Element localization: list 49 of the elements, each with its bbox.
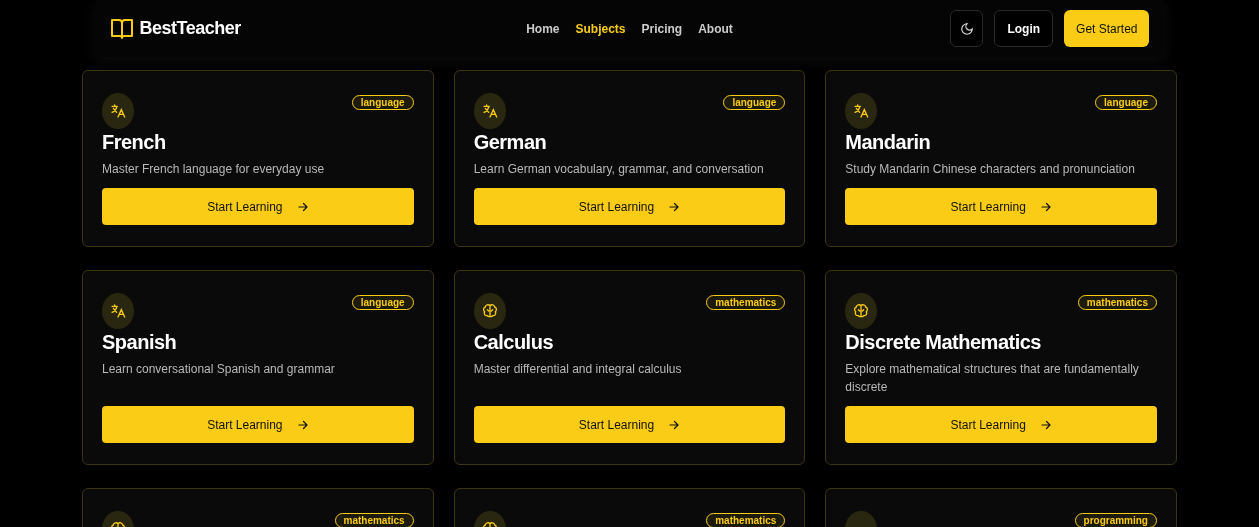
- book-icon: [109, 16, 134, 41]
- translate-icon: [110, 103, 126, 119]
- brain-icon: [853, 303, 870, 319]
- start-learning-button[interactable]: Start Learning: [845, 188, 1157, 225]
- nav-link[interactable]: Subjects: [575, 21, 626, 36]
- start-learning-button[interactable]: Start Learning: [473, 188, 786, 225]
- subject-description: Learn German vocabulary, grammar, and conversation: [473, 161, 765, 178]
- category-tag: mathematics: [334, 513, 414, 527]
- start-learning-button[interactable]: Start Learning: [102, 406, 414, 443]
- brain-icon: [481, 303, 498, 319]
- get-started-button[interactable]: Get Started: [1064, 10, 1150, 47]
- nav-link[interactable]: Home: [526, 21, 560, 36]
- subject-title: Spanish: [102, 331, 178, 354]
- category-tag: language: [351, 95, 414, 110]
- category-tag: language: [723, 95, 786, 110]
- arrow-right-icon: [1039, 418, 1052, 431]
- category-tag: mathematics: [706, 295, 786, 310]
- subject-description: Master French language for everyday use: [102, 161, 326, 178]
- subject-title: Calculus: [473, 331, 554, 354]
- translate-icon: [481, 103, 498, 119]
- nav-link[interactable]: Pricing: [641, 21, 683, 36]
- category-tag: mathematics: [1077, 295, 1157, 310]
- subject-title: Mandarin: [845, 131, 932, 154]
- arrow-right-icon: [668, 418, 681, 431]
- theme-toggle-button[interactable]: [950, 10, 984, 47]
- moon-icon: [959, 21, 974, 36]
- start-learning-button[interactable]: Start Learning: [473, 406, 786, 443]
- subject-title: French: [102, 131, 167, 154]
- category-tag: language: [1095, 95, 1157, 110]
- subject-description: Study Mandarin Chinese characters and pronunciation: [845, 161, 1136, 178]
- subject-description: Master differential and integral calculus: [473, 361, 683, 378]
- category-tag: language: [351, 295, 414, 310]
- login-button[interactable]: Login: [994, 10, 1054, 47]
- start-learning-button[interactable]: Start Learning: [845, 406, 1157, 443]
- arrow-right-icon: [668, 200, 681, 213]
- arrow-right-icon: [296, 418, 309, 431]
- translate-icon: [853, 103, 870, 119]
- subject-description: Explore mathematical structures that are fundamentally discrete: [845, 361, 1140, 396]
- category-tag: programming: [1074, 513, 1157, 527]
- subject-title: German: [473, 131, 548, 154]
- category-tag: mathematics: [706, 513, 786, 527]
- subject-title: Discrete Mathematics: [845, 331, 1042, 354]
- brand-name[interactable]: BestTeacher: [139, 18, 241, 39]
- arrow-right-icon: [1039, 200, 1052, 213]
- start-learning-button[interactable]: Start Learning: [102, 188, 414, 225]
- subject-description: Learn conversational Spanish and grammar: [102, 361, 336, 378]
- arrow-right-icon: [296, 200, 309, 213]
- nav-link[interactable]: About: [698, 21, 733, 36]
- translate-icon: [110, 303, 126, 319]
